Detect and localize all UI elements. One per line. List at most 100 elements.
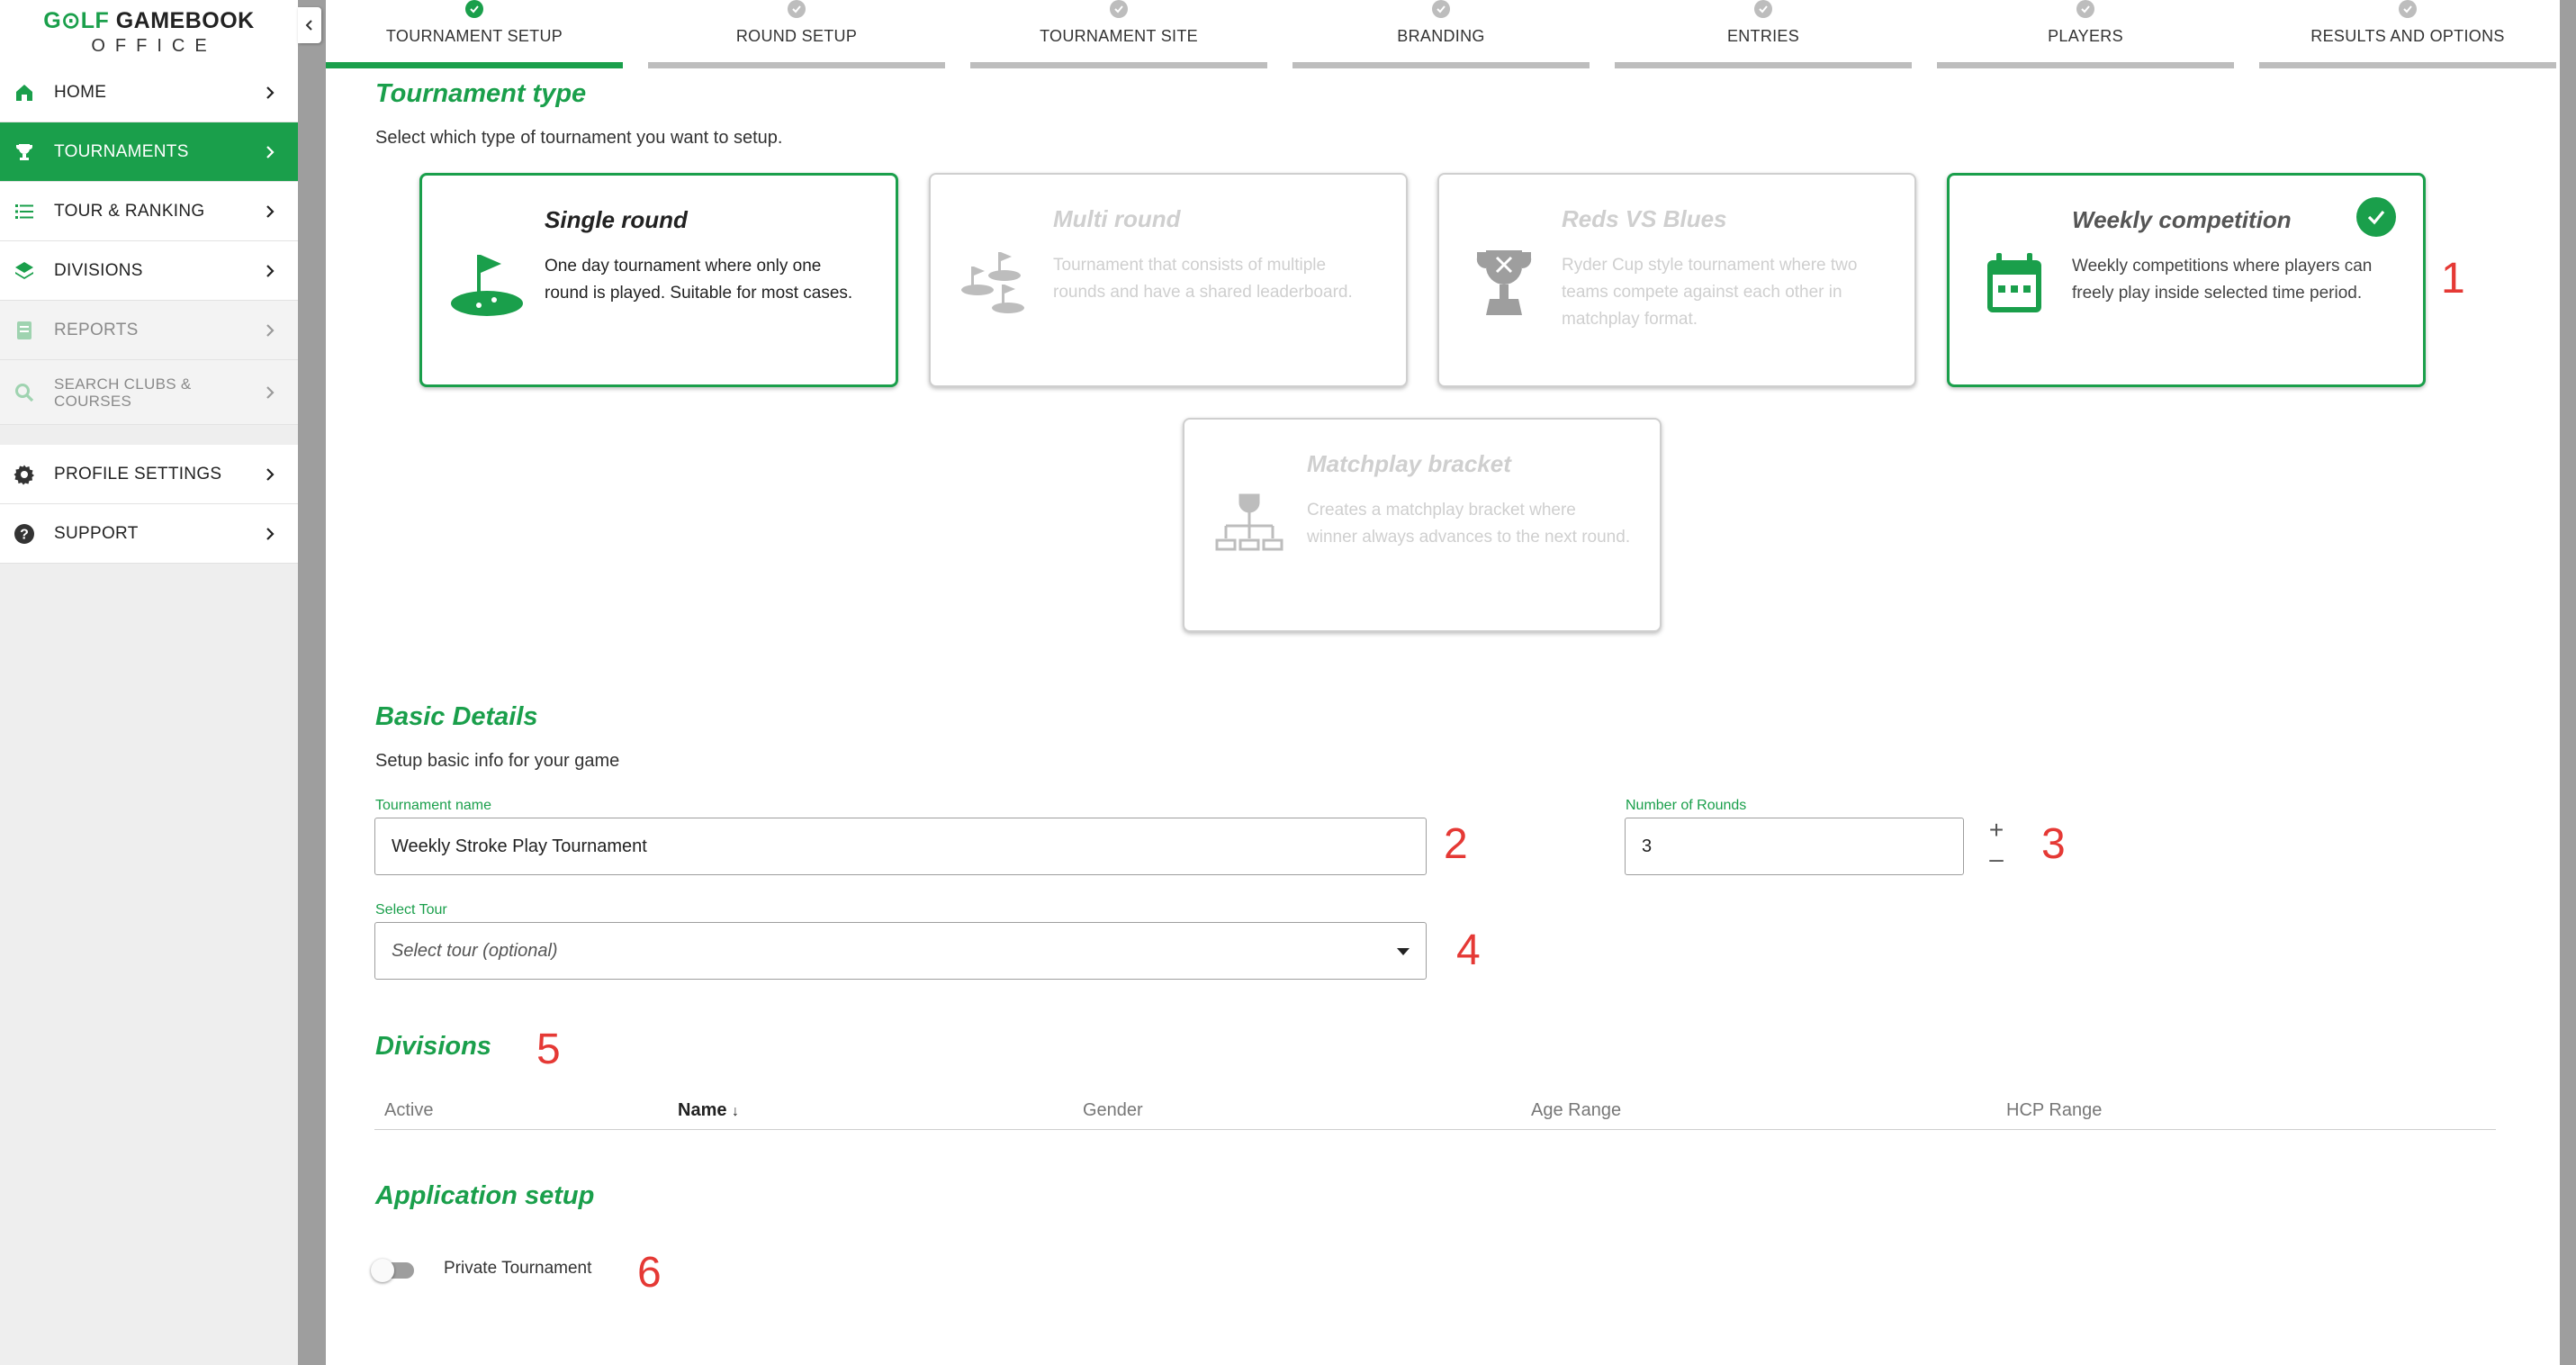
rounds-decrement-button[interactable]: – <box>1983 845 2010 873</box>
calendar-icon <box>1977 246 2052 321</box>
card-title: Reds VS Blues <box>1562 205 1727 232</box>
step-progress-bar <box>970 62 1267 68</box>
column-header-age-range[interactable]: Age Range <box>1531 1100 1621 1121</box>
sidebar-spacer <box>0 425 298 445</box>
sidebar-item-home[interactable]: HOME <box>0 63 298 122</box>
sidebar-item-label: TOURNAMENTS <box>54 141 189 161</box>
basic-details-heading: Basic Details <box>375 702 538 731</box>
step-tournament-setup[interactable]: TOURNAMENT SETUP <box>326 0 623 68</box>
cup-icon <box>1466 245 1542 321</box>
private-tournament-toggle[interactable] <box>371 1257 418 1284</box>
chevron-right-icon <box>266 145 275 158</box>
toggle-knob <box>371 1259 394 1282</box>
chevron-left-icon <box>305 20 312 31</box>
column-header-name[interactable]: Name ↓ <box>678 1100 739 1121</box>
card-title: Single round <box>545 206 688 233</box>
step-label: TOURNAMENT SETUP <box>385 27 563 45</box>
step-round-setup[interactable]: ROUND SETUP <box>648 0 945 68</box>
sidebar-item-tour-ranking[interactable]: TOUR & RANKING <box>0 182 298 241</box>
card-description: Weekly competitions where players can fr… <box>2072 257 2373 303</box>
chevron-right-icon <box>266 204 275 218</box>
card-title: Multi round <box>1053 205 1181 232</box>
card-description: Ryder Cup style tournament where two tea… <box>1562 256 1858 329</box>
select-tour-label: Select Tour <box>375 902 447 918</box>
step-label: ENTRIES <box>1726 27 1800 45</box>
application-setup-heading: Application setup <box>375 1181 595 1210</box>
sidebar-item-support[interactable]: ? SUPPORT <box>0 504 298 564</box>
card-matchplay-bracket[interactable]: Matchplay bracket Creates a matchplay br… <box>1183 418 1662 632</box>
step-progress-bar <box>326 62 623 68</box>
card-description: Tournament that consists of multiple rou… <box>1053 256 1353 302</box>
basic-details-subtitle: Setup basic info for your game <box>375 751 620 771</box>
check-icon <box>1754 0 1772 18</box>
logo-wordmark: G⊙LF GAMEBOOK <box>43 7 255 33</box>
divisions-heading: Divisions <box>375 1032 491 1061</box>
card-multi-round[interactable]: Multi round Tournament that consists of … <box>929 173 1408 387</box>
sidebar-item-divisions[interactable]: DIVISIONS <box>0 241 298 301</box>
select-tour-placeholder: Select tour (optional) <box>392 940 558 961</box>
tournament-name-label: Tournament name <box>375 798 491 813</box>
step-progress-bar <box>1615 62 1912 68</box>
sidebar-item-label: SEARCH CLUBS & COURSES <box>54 375 192 410</box>
private-tournament-label: Private Tournament <box>444 1259 592 1278</box>
check-circle-icon <box>2356 197 2396 237</box>
trophy-icon <box>13 140 36 164</box>
sort-arrow-icon: ↓ <box>732 1104 740 1119</box>
step-players[interactable]: PLAYERS <box>1937 0 2234 68</box>
table-header-divider <box>374 1129 2496 1130</box>
column-header-hcp-range[interactable]: HCP Range <box>2006 1100 2102 1121</box>
card-description: One day tournament where only one round … <box>545 257 853 303</box>
sidebar-item-label: HOME <box>54 82 107 102</box>
card-weekly-competition[interactable]: Weekly competition Weekly competitions w… <box>1947 173 2426 387</box>
search-icon <box>13 381 36 404</box>
step-label: ROUND SETUP <box>735 27 858 45</box>
sidebar-item-label: REPORTS <box>54 320 139 339</box>
check-icon <box>2399 0 2417 18</box>
layers-icon <box>13 259 36 283</box>
annotation-6: 6 <box>637 1249 662 1297</box>
card-title: Matchplay bracket <box>1307 450 1511 477</box>
check-icon <box>2076 0 2094 18</box>
tournament-type-subtitle: Select which type of tournament you want… <box>375 128 783 148</box>
check-icon <box>1432 0 1450 18</box>
chevron-right-icon <box>266 264 275 277</box>
setup-stepper: TOURNAMENT SETUP ROUND SETUP TOURNAMENT … <box>326 0 2560 68</box>
column-header-active[interactable]: Active <box>384 1100 433 1121</box>
step-tournament-site[interactable]: TOURNAMENT SITE <box>970 0 1267 68</box>
number-of-rounds-input[interactable] <box>1625 818 1964 875</box>
card-title: Weekly competition <box>2072 206 2292 233</box>
golf-flag-icon <box>449 246 525 321</box>
tournament-name-input[interactable] <box>374 818 1427 875</box>
chevron-right-icon <box>266 86 275 99</box>
tournament-type-heading: Tournament type <box>375 79 587 108</box>
logo-subtitle: OFFICE <box>91 35 217 56</box>
sidebar-item-tournaments[interactable]: TOURNAMENTS <box>0 122 298 182</box>
chevron-right-icon <box>266 467 275 481</box>
check-icon <box>788 0 806 18</box>
card-single-round[interactable]: Single round One day tournament where on… <box>419 173 898 387</box>
sidebar-item-label: TOUR & RANKING <box>54 201 205 221</box>
step-progress-bar <box>2259 62 2556 68</box>
check-icon <box>465 0 483 18</box>
rounds-increment-button[interactable]: + <box>1983 816 2010 845</box>
bracket-icon <box>1211 490 1287 565</box>
step-progress-bar <box>1293 62 1590 68</box>
home-icon <box>13 81 36 104</box>
select-tour-dropdown[interactable]: Select tour (optional) <box>374 922 1427 980</box>
collapse-sidebar-button[interactable] <box>298 7 321 43</box>
annotation-1: 1 <box>2441 255 2465 303</box>
gear-icon <box>13 463 36 486</box>
sidebar-item-label: PROFILE SETTINGS <box>54 464 222 484</box>
step-results-options[interactable]: RESULTS AND OPTIONS <box>2259 0 2556 68</box>
logo[interactable]: G⊙LF GAMEBOOK OFFICE <box>0 0 298 63</box>
step-entries[interactable]: ENTRIES <box>1615 0 1912 68</box>
sidebar-item-reports[interactable]: REPORTS <box>0 301 298 360</box>
sidebar-item-profile-settings[interactable]: PROFILE SETTINGS <box>0 445 298 504</box>
card-reds-vs-blues[interactable]: Reds VS Blues Ryder Cup style tournament… <box>1437 173 1916 387</box>
golf-ball-icon: ⊙ <box>61 7 81 33</box>
step-progress-bar <box>1937 62 2234 68</box>
sidebar-item-search-clubs[interactable]: SEARCH CLUBS & COURSES <box>0 360 298 425</box>
column-header-gender[interactable]: Gender <box>1083 1100 1143 1121</box>
step-branding[interactable]: BRANDING <box>1293 0 1590 68</box>
step-label: RESULTS AND OPTIONS <box>2310 27 2505 45</box>
